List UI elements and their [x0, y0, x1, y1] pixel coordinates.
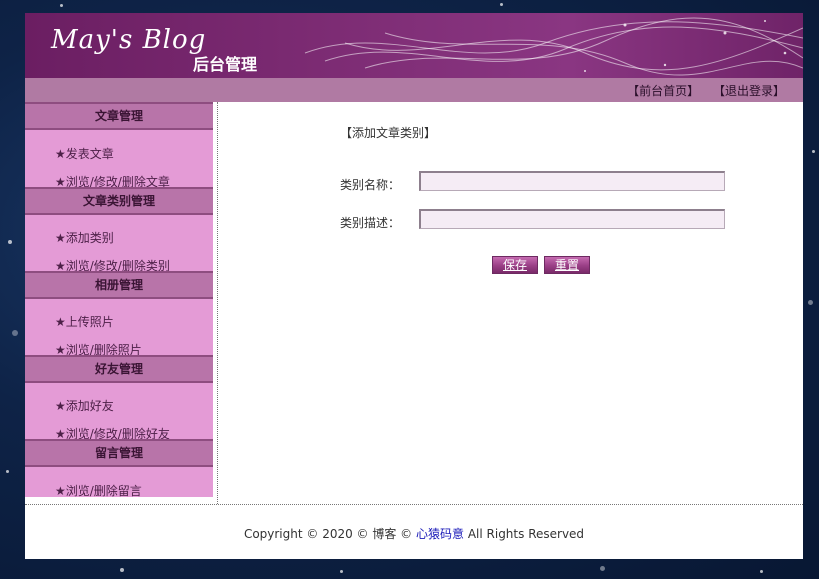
sidebar-section-friends: 好友管理	[25, 355, 213, 383]
save-button[interactable]: 保存	[492, 256, 538, 274]
page-container: May's Blog 后台管理 【前台首页】 【退出登录】 文章管理 ★发表文章…	[25, 13, 803, 559]
logout-link[interactable]: 【退出登录】	[713, 84, 785, 98]
header-subtitle: 后台管理	[193, 55, 258, 74]
copyright-suffix: All Rights Reserved	[464, 527, 585, 541]
sidebar-section-album: 相册管理	[25, 271, 213, 299]
sidebar-item-add-friend[interactable]: ★添加好友	[55, 397, 114, 414]
footer-divider	[25, 504, 803, 505]
logo-text: May's Blog	[51, 25, 207, 55]
category-name-input[interactable]	[419, 171, 725, 191]
main-content: 【添加文章类别】 类别名称： 类别描述： 保存 重置	[218, 102, 803, 504]
category-desc-label: 类别描述：	[340, 216, 401, 230]
sidebar-item-manage-messages[interactable]: ★浏览/删除留言	[55, 482, 142, 497]
site-link[interactable]: 心猿码意	[416, 527, 464, 541]
form-title: 【添加文章类别】	[340, 126, 437, 140]
sidebar-item-add-category[interactable]: ★添加类别	[55, 229, 114, 246]
sidebar-item-publish-article[interactable]: ★发表文章	[55, 145, 114, 162]
sidebar-section-category: 文章类别管理	[25, 187, 213, 215]
sidebar-item-upload-photo[interactable]: ★上传照片	[55, 313, 114, 330]
category-desc-input[interactable]	[419, 209, 725, 229]
front-home-link[interactable]: 【前台首页】	[627, 84, 699, 98]
reset-button[interactable]: 重置	[544, 256, 590, 274]
sidebar-section-article: 文章管理	[25, 102, 213, 130]
footer: Copyright © 2020 © 博客 © 心猿码意 All Rights …	[25, 525, 803, 542]
sidebar-section-messages: 留言管理	[25, 439, 213, 467]
sidebar: 文章管理 ★发表文章 ★浏览/修改/删除文章 文章类别管理 ★添加类别 ★浏览/…	[25, 102, 213, 497]
copyright-prefix: Copyright © 2020 © 博客 ©	[243, 527, 416, 541]
header-banner: May's Blog 后台管理	[25, 13, 803, 78]
top-nav-bar: 【前台首页】 【退出登录】	[25, 78, 803, 102]
category-name-label: 类别名称：	[340, 178, 401, 192]
top-links: 【前台首页】 【退出登录】	[617, 82, 785, 99]
